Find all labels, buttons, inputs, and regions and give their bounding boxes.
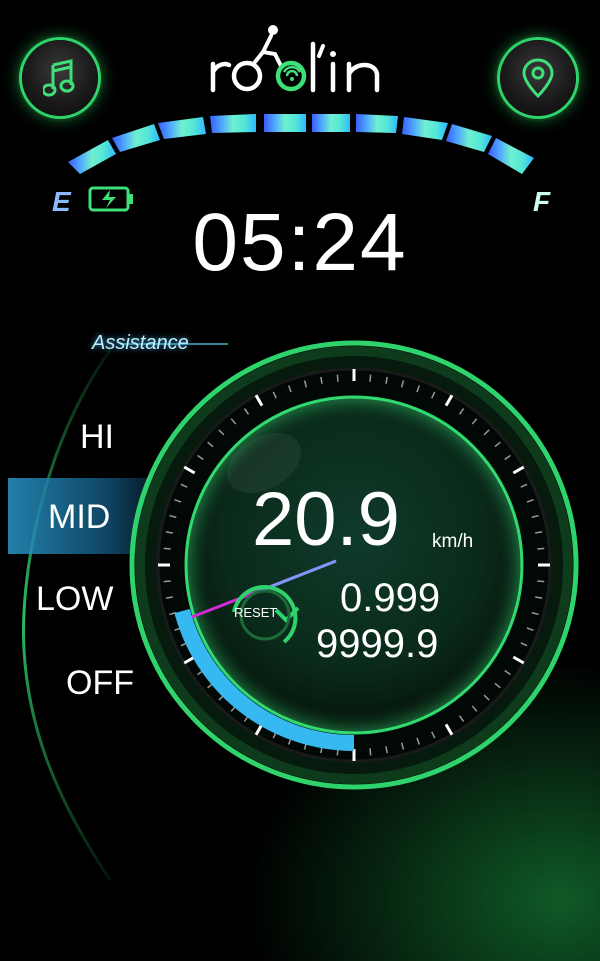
odometer: 9999.9 bbox=[316, 622, 439, 666]
reset-label: RESET bbox=[234, 605, 278, 620]
dial-glow bbox=[186, 397, 522, 733]
battery-segment-5 bbox=[264, 114, 306, 132]
assist-level-mid[interactable]: MID bbox=[48, 498, 110, 537]
speedometer bbox=[129, 340, 579, 790]
battery-segment-3 bbox=[158, 117, 206, 139]
battery-segment-10 bbox=[488, 138, 534, 174]
battery-segment-2 bbox=[112, 124, 160, 152]
assist-level-off[interactable]: OFF bbox=[66, 664, 134, 703]
speed-unit: km/h bbox=[432, 531, 474, 552]
tick-mark bbox=[537, 580, 545, 583]
battery-segment-1 bbox=[68, 140, 116, 174]
battery-segment-7 bbox=[356, 114, 398, 133]
assist-level-hi[interactable]: HI bbox=[80, 418, 114, 457]
speed-value: 20.9 bbox=[252, 477, 400, 562]
app-screen: { "app": { "logo_text": "roolin" }, "bat… bbox=[0, 0, 600, 961]
tick-mark bbox=[163, 547, 171, 550]
tick-mark bbox=[336, 374, 339, 382]
battery-segment-8 bbox=[402, 117, 448, 140]
battery-segment-6 bbox=[312, 114, 350, 132]
tick-mark bbox=[537, 547, 545, 550]
assist-level-low[interactable]: LOW bbox=[36, 580, 113, 619]
battery-segment-9 bbox=[446, 124, 492, 152]
tick-mark bbox=[163, 580, 171, 583]
tick-mark bbox=[369, 374, 372, 382]
battery-segment-4 bbox=[210, 114, 256, 133]
tick-mark bbox=[369, 748, 372, 756]
trip-distance: 0.999 bbox=[340, 576, 441, 620]
clock-time: 05:24 bbox=[192, 197, 408, 288]
